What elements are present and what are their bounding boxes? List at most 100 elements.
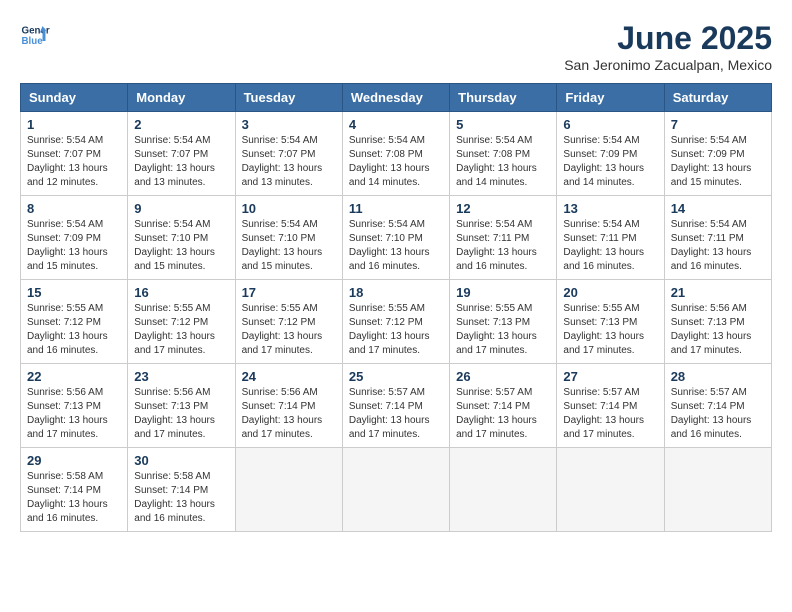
day-info: Sunrise: 5:57 AM Sunset: 7:14 PM Dayligh… [456, 386, 550, 442]
day-number: 17 [242, 285, 336, 300]
table-row [557, 448, 664, 532]
day-info: Sunrise: 5:55 AM Sunset: 7:12 PM Dayligh… [242, 302, 336, 358]
day-number: 21 [671, 285, 765, 300]
day-info: Sunrise: 5:56 AM Sunset: 7:14 PM Dayligh… [242, 386, 336, 442]
table-row: 12 Sunrise: 5:54 AM Sunset: 7:11 PM Dayl… [450, 196, 557, 280]
day-number: 26 [456, 369, 550, 384]
day-info: Sunrise: 5:54 AM Sunset: 7:07 PM Dayligh… [27, 134, 121, 190]
location-subtitle: San Jeronimo Zacualpan, Mexico [564, 57, 772, 73]
table-row: 6 Sunrise: 5:54 AM Sunset: 7:09 PM Dayli… [557, 112, 664, 196]
day-number: 27 [563, 369, 657, 384]
table-row: 22 Sunrise: 5:56 AM Sunset: 7:13 PM Dayl… [21, 364, 128, 448]
day-info: Sunrise: 5:58 AM Sunset: 7:14 PM Dayligh… [27, 470, 121, 526]
table-row: 1 Sunrise: 5:54 AM Sunset: 7:07 PM Dayli… [21, 112, 128, 196]
table-row: 14 Sunrise: 5:54 AM Sunset: 7:11 PM Dayl… [664, 196, 771, 280]
day-info: Sunrise: 5:56 AM Sunset: 7:13 PM Dayligh… [671, 302, 765, 358]
day-info: Sunrise: 5:57 AM Sunset: 7:14 PM Dayligh… [563, 386, 657, 442]
svg-text:Blue: Blue [22, 36, 44, 47]
day-number: 9 [134, 201, 228, 216]
table-row: 17 Sunrise: 5:55 AM Sunset: 7:12 PM Dayl… [235, 280, 342, 364]
table-row: 28 Sunrise: 5:57 AM Sunset: 7:14 PM Dayl… [664, 364, 771, 448]
day-info: Sunrise: 5:54 AM Sunset: 7:08 PM Dayligh… [456, 134, 550, 190]
header-monday: Monday [128, 84, 235, 112]
table-row: 8 Sunrise: 5:54 AM Sunset: 7:09 PM Dayli… [21, 196, 128, 280]
day-info: Sunrise: 5:54 AM Sunset: 7:07 PM Dayligh… [134, 134, 228, 190]
day-number: 7 [671, 117, 765, 132]
table-row: 7 Sunrise: 5:54 AM Sunset: 7:09 PM Dayli… [664, 112, 771, 196]
header-wednesday: Wednesday [342, 84, 449, 112]
day-number: 16 [134, 285, 228, 300]
day-info: Sunrise: 5:54 AM Sunset: 7:09 PM Dayligh… [27, 218, 121, 274]
page-header: General Blue June 2025 San Jeronimo Zacu… [20, 20, 772, 73]
day-info: Sunrise: 5:55 AM Sunset: 7:13 PM Dayligh… [456, 302, 550, 358]
day-info: Sunrise: 5:57 AM Sunset: 7:14 PM Dayligh… [349, 386, 443, 442]
calendar-week-row: 22 Sunrise: 5:56 AM Sunset: 7:13 PM Dayl… [21, 364, 772, 448]
table-row: 25 Sunrise: 5:57 AM Sunset: 7:14 PM Dayl… [342, 364, 449, 448]
calendar-header-row: Sunday Monday Tuesday Wednesday Thursday… [21, 84, 772, 112]
day-info: Sunrise: 5:54 AM Sunset: 7:11 PM Dayligh… [563, 218, 657, 274]
day-number: 2 [134, 117, 228, 132]
table-row: 26 Sunrise: 5:57 AM Sunset: 7:14 PM Dayl… [450, 364, 557, 448]
table-row: 27 Sunrise: 5:57 AM Sunset: 7:14 PM Dayl… [557, 364, 664, 448]
day-number: 3 [242, 117, 336, 132]
day-number: 11 [349, 201, 443, 216]
day-info: Sunrise: 5:54 AM Sunset: 7:08 PM Dayligh… [349, 134, 443, 190]
day-number: 10 [242, 201, 336, 216]
table-row: 11 Sunrise: 5:54 AM Sunset: 7:10 PM Dayl… [342, 196, 449, 280]
table-row: 29 Sunrise: 5:58 AM Sunset: 7:14 PM Dayl… [21, 448, 128, 532]
day-number: 5 [456, 117, 550, 132]
day-number: 22 [27, 369, 121, 384]
table-row [450, 448, 557, 532]
day-number: 23 [134, 369, 228, 384]
table-row: 9 Sunrise: 5:54 AM Sunset: 7:10 PM Dayli… [128, 196, 235, 280]
table-row: 20 Sunrise: 5:55 AM Sunset: 7:13 PM Dayl… [557, 280, 664, 364]
day-info: Sunrise: 5:55 AM Sunset: 7:12 PM Dayligh… [27, 302, 121, 358]
day-number: 19 [456, 285, 550, 300]
day-info: Sunrise: 5:56 AM Sunset: 7:13 PM Dayligh… [134, 386, 228, 442]
table-row: 21 Sunrise: 5:56 AM Sunset: 7:13 PM Dayl… [664, 280, 771, 364]
table-row: 24 Sunrise: 5:56 AM Sunset: 7:14 PM Dayl… [235, 364, 342, 448]
title-section: June 2025 San Jeronimo Zacualpan, Mexico [564, 20, 772, 73]
table-row: 3 Sunrise: 5:54 AM Sunset: 7:07 PM Dayli… [235, 112, 342, 196]
table-row [664, 448, 771, 532]
day-info: Sunrise: 5:57 AM Sunset: 7:14 PM Dayligh… [671, 386, 765, 442]
table-row: 16 Sunrise: 5:55 AM Sunset: 7:12 PM Dayl… [128, 280, 235, 364]
calendar-week-row: 8 Sunrise: 5:54 AM Sunset: 7:09 PM Dayli… [21, 196, 772, 280]
logo-icon: General Blue [20, 20, 50, 50]
day-info: Sunrise: 5:58 AM Sunset: 7:14 PM Dayligh… [134, 470, 228, 526]
table-row: 10 Sunrise: 5:54 AM Sunset: 7:10 PM Dayl… [235, 196, 342, 280]
table-row: 4 Sunrise: 5:54 AM Sunset: 7:08 PM Dayli… [342, 112, 449, 196]
day-info: Sunrise: 5:55 AM Sunset: 7:13 PM Dayligh… [563, 302, 657, 358]
table-row [235, 448, 342, 532]
day-number: 13 [563, 201, 657, 216]
calendar-week-row: 29 Sunrise: 5:58 AM Sunset: 7:14 PM Dayl… [21, 448, 772, 532]
day-number: 6 [563, 117, 657, 132]
table-row: 15 Sunrise: 5:55 AM Sunset: 7:12 PM Dayl… [21, 280, 128, 364]
day-info: Sunrise: 5:54 AM Sunset: 7:10 PM Dayligh… [134, 218, 228, 274]
day-number: 12 [456, 201, 550, 216]
day-number: 29 [27, 453, 121, 468]
table-row: 18 Sunrise: 5:55 AM Sunset: 7:12 PM Dayl… [342, 280, 449, 364]
day-number: 20 [563, 285, 657, 300]
day-info: Sunrise: 5:56 AM Sunset: 7:13 PM Dayligh… [27, 386, 121, 442]
day-number: 25 [349, 369, 443, 384]
table-row: 30 Sunrise: 5:58 AM Sunset: 7:14 PM Dayl… [128, 448, 235, 532]
header-saturday: Saturday [664, 84, 771, 112]
day-number: 4 [349, 117, 443, 132]
header-tuesday: Tuesday [235, 84, 342, 112]
header-friday: Friday [557, 84, 664, 112]
month-year-title: June 2025 [564, 20, 772, 57]
table-row [342, 448, 449, 532]
calendar-week-row: 1 Sunrise: 5:54 AM Sunset: 7:07 PM Dayli… [21, 112, 772, 196]
day-info: Sunrise: 5:54 AM Sunset: 7:10 PM Dayligh… [349, 218, 443, 274]
table-row: 19 Sunrise: 5:55 AM Sunset: 7:13 PM Dayl… [450, 280, 557, 364]
day-info: Sunrise: 5:54 AM Sunset: 7:09 PM Dayligh… [671, 134, 765, 190]
table-row: 23 Sunrise: 5:56 AM Sunset: 7:13 PM Dayl… [128, 364, 235, 448]
day-info: Sunrise: 5:54 AM Sunset: 7:07 PM Dayligh… [242, 134, 336, 190]
header-sunday: Sunday [21, 84, 128, 112]
day-info: Sunrise: 5:54 AM Sunset: 7:10 PM Dayligh… [242, 218, 336, 274]
day-info: Sunrise: 5:55 AM Sunset: 7:12 PM Dayligh… [349, 302, 443, 358]
day-info: Sunrise: 5:54 AM Sunset: 7:11 PM Dayligh… [456, 218, 550, 274]
day-number: 24 [242, 369, 336, 384]
day-number: 8 [27, 201, 121, 216]
